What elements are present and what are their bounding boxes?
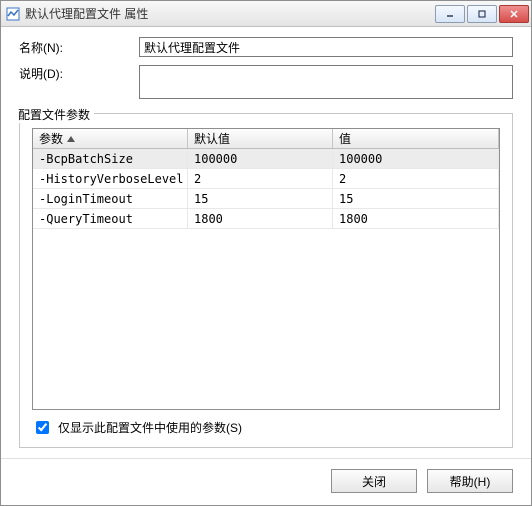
desc-row: 说明(D): xyxy=(19,65,513,99)
table-row[interactable]: -QueryTimeout18001800 xyxy=(33,209,499,229)
table-row[interactable]: -LoginTimeout1515 xyxy=(33,189,499,209)
maximize-button[interactable] xyxy=(467,5,497,23)
name-label: 名称(N): xyxy=(19,39,139,56)
window-controls xyxy=(435,5,529,23)
cell-value: 1800 xyxy=(333,209,499,228)
cell-default: 100000 xyxy=(188,149,333,168)
header-param-label: 参数 xyxy=(39,130,63,147)
cell-param: -BcpBatchSize xyxy=(33,149,188,168)
cell-default: 2 xyxy=(188,169,333,188)
desc-label: 说明(D): xyxy=(19,65,139,82)
grid-header: 参数 默认值 值 xyxy=(33,129,499,149)
header-value-label: 值 xyxy=(339,130,351,147)
cell-param: -QueryTimeout xyxy=(33,209,188,228)
table-row[interactable]: -BcpBatchSize100000100000 xyxy=(33,149,499,169)
cell-default: 15 xyxy=(188,189,333,208)
sort-asc-icon xyxy=(67,136,75,142)
grid-body: -BcpBatchSize100000100000-HistoryVerbose… xyxy=(33,149,499,409)
name-input[interactable] xyxy=(139,37,513,57)
fieldset-legend: 配置文件参数 xyxy=(14,106,94,123)
cell-value: 2 xyxy=(333,169,499,188)
header-default-label: 默认值 xyxy=(194,130,230,147)
close-dialog-button[interactable]: 关闭 xyxy=(331,469,417,493)
close-button[interactable] xyxy=(499,5,529,23)
header-default[interactable]: 默认值 xyxy=(188,129,333,148)
cell-default: 1800 xyxy=(188,209,333,228)
content-area: 名称(N): 说明(D): 配置文件参数 参数 默认值 值 xyxy=(1,27,531,458)
cell-param: -HistoryVerboseLevel xyxy=(33,169,188,188)
name-row: 名称(N): xyxy=(19,37,513,57)
dialog-window: 默认代理配置文件 属性 名称(N): 说明(D): xyxy=(0,0,532,506)
cell-value: 100000 xyxy=(333,149,499,168)
cell-param: -LoginTimeout xyxy=(33,189,188,208)
params-fieldset: 配置文件参数 参数 默认值 值 -BcpBatchSize10000010000… xyxy=(19,113,513,448)
only-used-label: 仅显示此配置文件中使用的参数(S) xyxy=(58,419,242,436)
app-icon xyxy=(5,6,21,22)
help-button[interactable]: 帮助(H) xyxy=(427,469,513,493)
cell-value: 15 xyxy=(333,189,499,208)
only-used-checkbox[interactable] xyxy=(36,421,49,434)
params-grid: 参数 默认值 值 -BcpBatchSize100000100000-Histo… xyxy=(32,128,500,410)
desc-input[interactable] xyxy=(139,65,513,99)
titlebar: 默认代理配置文件 属性 xyxy=(1,1,531,27)
header-param[interactable]: 参数 xyxy=(33,129,188,148)
button-bar: 关闭 帮助(H) xyxy=(1,458,531,505)
header-value[interactable]: 值 xyxy=(333,129,499,148)
only-used-check-row[interactable]: 仅显示此配置文件中使用的参数(S) xyxy=(32,418,500,437)
window-title: 默认代理配置文件 属性 xyxy=(25,5,435,22)
table-row[interactable]: -HistoryVerboseLevel22 xyxy=(33,169,499,189)
minimize-button[interactable] xyxy=(435,5,465,23)
